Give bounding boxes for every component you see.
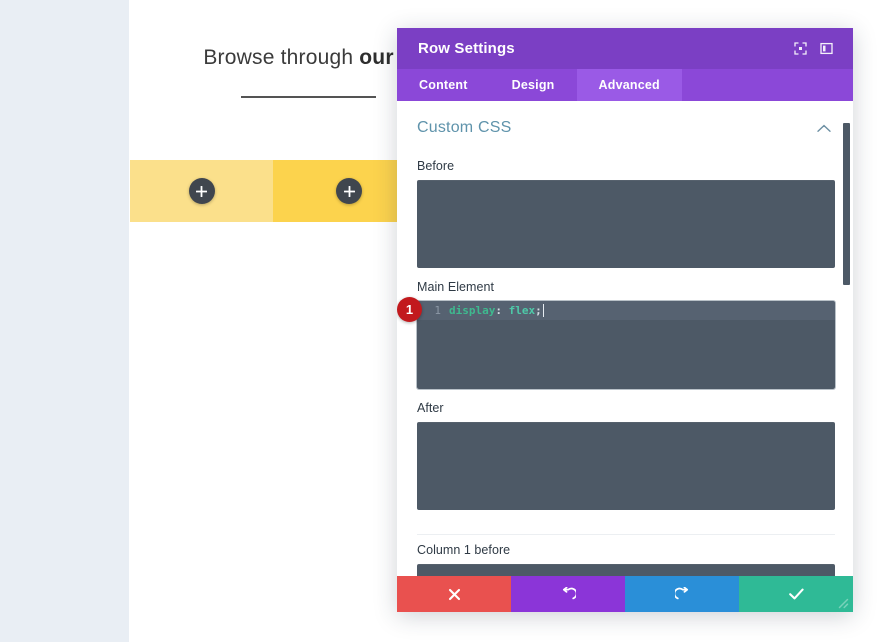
modal-tab-bar: Content Design Advanced [397,69,853,101]
tab-design[interactable]: Design [490,69,577,101]
code-editor-main-element[interactable]: 1 1 display: flex; [397,297,836,390]
field-label-before: Before [417,159,455,173]
code-line-1[interactable]: 1 display: flex; [417,301,835,320]
css-property-token: display [449,304,496,317]
modal-titlebar[interactable]: Row Settings [397,28,853,69]
field-column-1-before: Column 1 before [417,543,835,576]
css-semicolon-token: ; [535,304,542,317]
layout-panel-icon[interactable] [813,36,839,62]
settings-scroll-area: Custom CSS Before Main Element 1 1 displ… [397,101,853,576]
row-settings-modal: Row Settings Content Design Advanced Cus… [397,28,853,612]
page-title-normal: Browse through [203,46,360,69]
code-editor-after[interactable] [417,422,835,510]
text-cursor [542,304,544,317]
modal-scrollbar-thumb[interactable] [843,123,850,285]
step-badge-1: 1 [397,297,422,322]
add-module-plus-icon[interactable] [188,178,215,204]
code-editor-column-1-before[interactable] [417,564,835,576]
code-line-number: 1 [434,304,441,317]
redo-arrow-icon [674,586,690,602]
add-module-plus-icon[interactable] [336,178,362,204]
section-divider [417,534,835,535]
x-icon [448,588,461,601]
modal-footer [397,576,853,612]
resize-grip-icon[interactable] [833,593,851,611]
field-before: Before [417,159,835,272]
chevron-up-icon[interactable] [817,124,831,133]
promo-card-1[interactable] [130,160,273,222]
field-label-column-1-before: Column 1 before [417,543,511,557]
tab-content[interactable]: Content [397,69,490,101]
tab-advanced[interactable]: Advanced [576,69,682,101]
undo-button[interactable] [511,576,625,612]
undo-arrow-icon [561,586,576,602]
css-colon-token: : [495,304,502,317]
redo-button[interactable] [625,576,739,612]
cancel-button[interactable] [397,576,511,612]
modal-body: Custom CSS Before Main Element 1 1 displ… [397,101,853,576]
heading-divider [241,96,376,98]
checkmark-icon [788,588,804,600]
field-label-main-element: Main Element [417,280,495,294]
modal-scrollbar[interactable] [843,107,850,570]
css-value-token: flex [508,304,536,317]
modal-title: Row Settings [418,40,515,57]
fullscreen-icon[interactable] [787,36,813,62]
field-label-after: After [417,401,444,415]
field-main-element: Main Element 1 1 display: flex; [397,280,836,393]
custom-css-section-header[interactable]: Custom CSS [417,101,835,151]
code-editor-before[interactable] [417,180,835,268]
custom-css-title: Custom CSS [417,119,512,136]
field-after: After [417,401,835,514]
